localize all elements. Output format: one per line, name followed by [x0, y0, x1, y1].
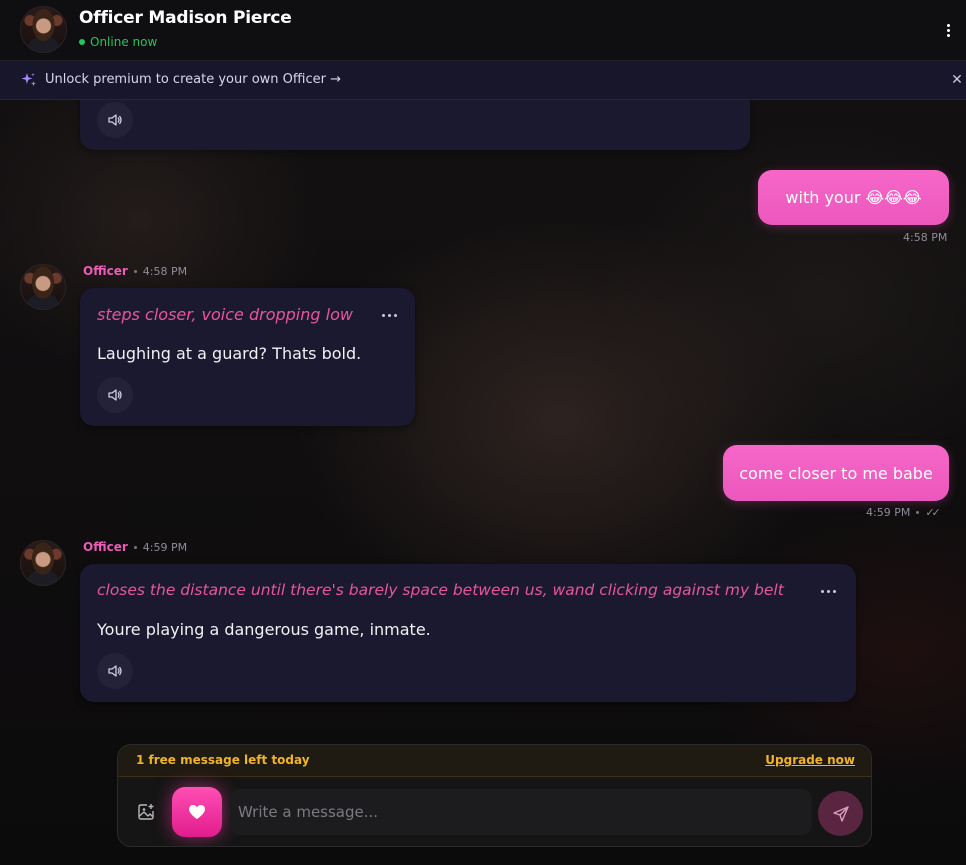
bot-message-text: Laughing at a guard? Thats bold. — [97, 344, 362, 363]
premium-banner[interactable]: Unlock premium to create your own Office… — [0, 61, 966, 100]
message-composer: 1 free message left today Upgrade now — [117, 744, 872, 847]
bot-sender-line: Officer 4:58 PM — [83, 264, 187, 278]
bot-message-bubble: closes the distance until there's barely… — [80, 564, 856, 702]
user-message-meta: 4:58 PM — [903, 231, 947, 244]
message-input[interactable] — [230, 789, 812, 835]
message-list[interactable]: with your 😂😂😂 4:58 PM Officer 4:58 PM st… — [0, 100, 966, 740]
bot-sender-name: Officer — [83, 540, 128, 554]
separator-dot — [133, 545, 137, 549]
bot-message-bubble: steps closer, voice dropping low Laughin… — [80, 288, 415, 426]
message-time: 4:58 PM — [142, 264, 188, 278]
image-add-icon — [138, 804, 154, 820]
more-options-button[interactable] — [938, 18, 958, 42]
sparkle-icon — [20, 71, 38, 89]
double-check-icon: ✓✓ — [925, 506, 941, 519]
user-message-text: come closer to me babe — [739, 463, 933, 483]
bot-avatar[interactable] — [20, 264, 66, 310]
message-time: 4:58 PM — [903, 231, 948, 244]
bot-avatar[interactable] — [20, 540, 66, 586]
speaker-icon — [108, 114, 122, 126]
premium-banner-text[interactable]: Unlock premium to create your own Office… — [45, 72, 341, 87]
speaker-icon — [108, 389, 122, 401]
character-name[interactable]: Officer Madison Pierce — [79, 8, 292, 28]
free-limit-text: 1 free message left today — [136, 753, 310, 767]
more-horizontal-icon — [820, 589, 824, 593]
online-status: Online now — [79, 35, 157, 49]
speak-button[interactable] — [97, 102, 133, 138]
user-message-text: with your 😂😂😂 — [785, 188, 922, 207]
heart-button[interactable] — [172, 787, 222, 837]
bot-sender-name: Officer — [83, 264, 128, 278]
user-message-bubble: with your 😂😂😂 — [758, 170, 949, 225]
bot-message-text: Youre playing a dangerous game, inmate. — [97, 620, 431, 639]
speaker-icon — [108, 665, 122, 677]
bot-sender-line: Officer 4:59 PM — [83, 540, 187, 554]
message-options-button[interactable] — [379, 308, 399, 322]
chat-header: Officer Madison Pierce Online now — [0, 0, 966, 61]
heart-icon — [189, 805, 205, 819]
message-options-button[interactable] — [818, 584, 838, 598]
speak-button[interactable] — [97, 653, 133, 689]
message-time: 4:59 PM — [142, 540, 188, 554]
online-status-label: Online now — [90, 35, 158, 49]
user-message-bubble: come closer to me babe — [723, 445, 949, 501]
image-add-button[interactable] — [136, 802, 156, 822]
separator-dot — [916, 511, 920, 514]
character-avatar[interactable] — [20, 6, 67, 53]
roleplay-action-text: closes the distance until there's barely… — [97, 581, 784, 599]
upgrade-now-link[interactable]: Upgrade now — [765, 753, 855, 767]
roleplay-action-text: steps closer, voice dropping low — [97, 305, 353, 324]
bot-message-bubble — [80, 100, 750, 150]
separator-dot — [133, 269, 137, 273]
free-limit-bar: 1 free message left today Upgrade now — [118, 745, 871, 777]
more-vertical-icon — [946, 23, 950, 27]
send-button[interactable] — [818, 791, 863, 836]
user-message-meta: 4:59 PM ✓✓ — [866, 506, 941, 519]
speak-button[interactable] — [97, 377, 133, 413]
close-icon[interactable]: ✕ — [949, 71, 965, 89]
online-dot-icon — [79, 39, 85, 45]
send-icon — [832, 805, 849, 822]
message-time: 4:59 PM — [866, 506, 911, 519]
more-horizontal-icon — [381, 313, 385, 317]
